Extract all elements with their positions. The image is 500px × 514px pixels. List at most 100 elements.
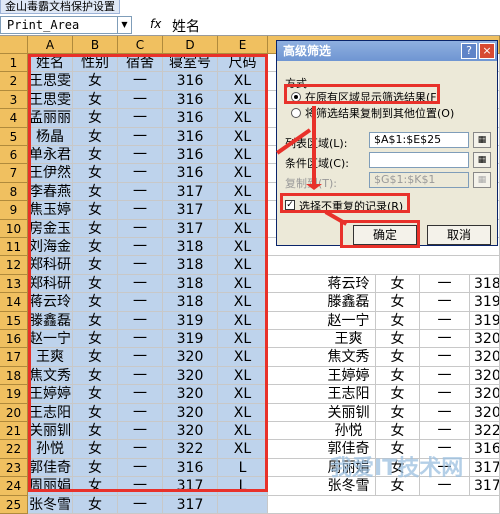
table-cell[interactable]: 一 <box>420 274 470 294</box>
table-cell[interactable]: 女 <box>376 403 420 422</box>
advanced-filter-dialog: 高级筛选 ? × 方式 在原有区域显示筛选结果(F) 将筛选结果复制到其他位置(… <box>276 40 498 246</box>
criteria-input[interactable] <box>369 152 469 168</box>
table-cell[interactable]: 女 <box>376 274 420 294</box>
name-box[interactable]: Print_Area <box>0 16 118 34</box>
row-header[interactable]: 8 <box>0 182 28 202</box>
copy-to-label: 复制到(T): <box>285 177 338 190</box>
fx-icon[interactable]: fx <box>150 17 161 31</box>
formula-bar: Print_Area ▼ fx 姓名 <box>0 14 500 36</box>
range-picker-icon[interactable]: ▦ <box>473 152 491 168</box>
table-cell[interactable] <box>218 495 268 514</box>
highlight-ok-button <box>340 220 420 248</box>
cancel-button[interactable]: 取消 <box>427 225 491 245</box>
column-header[interactable]: C <box>118 36 163 54</box>
row-header[interactable]: 18 <box>0 366 28 386</box>
row-header[interactable]: 19 <box>0 385 28 404</box>
table-cell[interactable]: 一 <box>420 422 470 441</box>
table-cell[interactable]: 赵一宁 <box>322 311 376 330</box>
highlight-unique-records <box>280 193 410 213</box>
range-picker-icon[interactable]: ▦ <box>473 132 491 148</box>
table-cell[interactable]: 女 <box>376 330 420 349</box>
table-cell[interactable]: 一 <box>118 495 163 514</box>
table-cell[interactable]: 一 <box>420 293 470 312</box>
table-cell[interactable]: 焦文秀 <box>322 348 376 367</box>
highlight-option-in-place <box>284 84 440 104</box>
row-header[interactable]: 23 <box>0 458 28 478</box>
table-cell[interactable]: 女 <box>376 385 420 404</box>
table-cell[interactable]: 318 <box>470 274 500 294</box>
row-header[interactable]: 15 <box>0 311 28 330</box>
row-header[interactable]: 13 <box>0 274 28 294</box>
row-header[interactable]: 4 <box>0 109 28 128</box>
row-header[interactable]: 1 <box>0 54 28 73</box>
row-header[interactable]: 14 <box>0 293 28 312</box>
table-cell[interactable]: 一 <box>420 366 470 386</box>
table-cell[interactable]: 320 <box>470 366 500 386</box>
row-header[interactable]: 17 <box>0 348 28 367</box>
table-cell[interactable]: 319 <box>470 293 500 312</box>
arrow-line <box>312 106 316 186</box>
range-picker-icon[interactable]: ▦ <box>473 172 491 188</box>
column-header[interactable]: E <box>218 36 268 54</box>
table-cell[interactable]: 一 <box>420 330 470 349</box>
radio-copy-to[interactable] <box>291 108 301 118</box>
table-cell[interactable]: 317 <box>163 495 218 514</box>
column-header[interactable]: D <box>163 36 218 54</box>
table-cell[interactable]: 女 <box>376 311 420 330</box>
table-cell[interactable]: 女 <box>376 366 420 386</box>
table-cell[interactable]: 一 <box>420 403 470 422</box>
table-cell[interactable]: 王爽 <box>322 330 376 349</box>
select-all-corner[interactable] <box>0 36 28 54</box>
row-header[interactable]: 2 <box>0 72 28 91</box>
table-cell[interactable]: 孙悦 <box>322 422 376 441</box>
table-cell[interactable]: 322 <box>470 422 500 441</box>
row-header[interactable]: 21 <box>0 422 28 441</box>
title-bar: 金山毒霸文档保护设置 <box>0 0 500 14</box>
table-cell[interactable]: 女 <box>376 348 420 367</box>
row-header[interactable]: 10 <box>0 219 28 238</box>
table-cell[interactable] <box>268 256 500 275</box>
row-header[interactable]: 5 <box>0 127 28 146</box>
row-header[interactable]: 16 <box>0 330 28 349</box>
table-cell[interactable]: 320 <box>470 385 500 404</box>
row-header[interactable]: 12 <box>0 256 28 275</box>
table-cell[interactable]: 滕鑫磊 <box>322 293 376 312</box>
table-cell[interactable]: 一 <box>420 385 470 404</box>
watermark-logo: 我爱IT技术网 <box>330 456 464 481</box>
table-cell[interactable]: 王志阳 <box>322 385 376 404</box>
row-header[interactable]: 20 <box>0 403 28 422</box>
row-header[interactable]: 22 <box>0 440 28 459</box>
table-cell[interactable]: 女 <box>376 422 420 441</box>
table-cell[interactable] <box>268 495 500 514</box>
table-cell[interactable]: 王婷婷 <box>322 366 376 386</box>
table-cell[interactable]: 女 <box>73 495 118 514</box>
option-copy-label[interactable]: 将筛选结果复制到其他位置(O) <box>305 105 454 121</box>
table-cell[interactable]: 女 <box>376 293 420 312</box>
formula-input[interactable]: 姓名 <box>172 16 200 36</box>
chevron-down-icon[interactable]: ▼ <box>118 16 132 34</box>
table-cell[interactable]: 319 <box>470 311 500 330</box>
table-cell[interactable]: 关丽钏 <box>322 403 376 422</box>
row-header[interactable]: 25 <box>0 495 28 514</box>
table-cell[interactable]: 320 <box>470 348 500 367</box>
column-header[interactable]: B <box>73 36 118 54</box>
table-cell[interactable]: 一 <box>420 348 470 367</box>
row-header[interactable]: 3 <box>0 90 28 110</box>
row-header[interactable]: 6 <box>0 146 28 165</box>
table-cell[interactable]: 蒋云玲 <box>322 274 376 294</box>
column-header[interactable]: A <box>28 36 73 54</box>
table-cell[interactable]: 张冬雪 <box>28 495 73 514</box>
table-cell[interactable]: 一 <box>420 311 470 330</box>
row-header[interactable]: 9 <box>0 201 28 220</box>
row-header[interactable]: 11 <box>0 238 28 257</box>
row-header[interactable]: 24 <box>0 477 28 496</box>
table-cell[interactable]: 320 <box>470 403 500 422</box>
close-icon[interactable]: × <box>479 43 495 59</box>
help-icon[interactable]: ? <box>461 43 477 59</box>
table-cell[interactable]: 320 <box>470 330 500 349</box>
list-range-input[interactable]: $A$1:$E$25 <box>369 132 469 148</box>
copy-to-input[interactable]: $G$1:$K$1 <box>369 172 469 188</box>
document-tab[interactable]: 金山毒霸文档保护设置 <box>0 0 120 14</box>
row-header[interactable]: 7 <box>0 164 28 183</box>
criteria-label: 条件区域(C): <box>285 157 349 170</box>
